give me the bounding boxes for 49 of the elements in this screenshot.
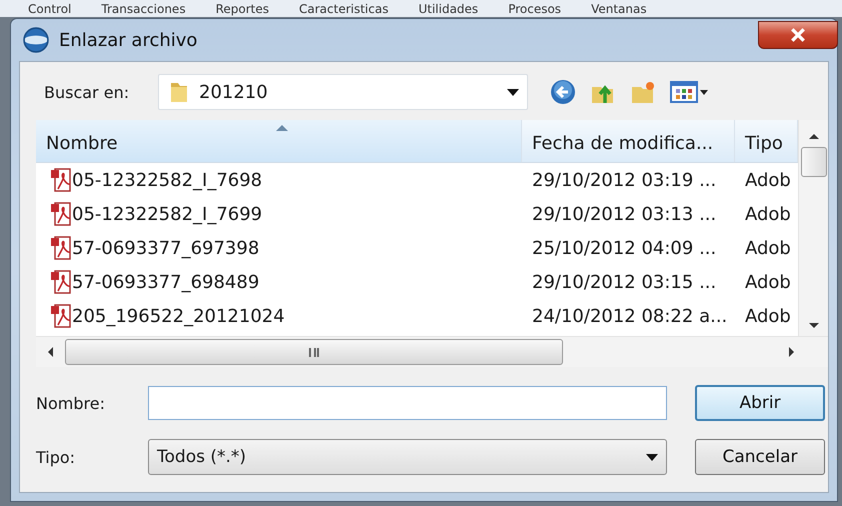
folder-icon: [169, 80, 189, 104]
table-cell-text: Adob: [744, 170, 792, 190]
caret-icon: [507, 88, 519, 96]
file-name[interactable]: 05-12322582_I_7698: [72, 170, 262, 190]
table-cell-text: 29/10/2012 03:13 ...: [531, 204, 718, 224]
file-type-label: Tipo:: [36, 448, 76, 466]
table-cell-text: 29/10/2012 03:15 ...: [531, 272, 718, 292]
pdf-file-icon: [50, 303, 72, 329]
new-folder-icon[interactable]: [630, 79, 656, 105]
open-button[interactable]: Abrir: [695, 385, 825, 421]
table-cell-text: 25/10/2012 04:09 ...: [531, 238, 718, 258]
vertical-scrollbar[interactable]: [798, 120, 828, 336]
horizontal-scrollbar[interactable]: [36, 336, 828, 367]
cancel-button[interactable]: Cancelar: [695, 439, 825, 475]
view-menu-icon[interactable]: [670, 79, 710, 105]
pdf-file-icon: [50, 201, 72, 227]
pdf-file-icon: [50, 235, 72, 261]
file-type-dropdown[interactable]: Todos (*.*): [148, 439, 667, 475]
column-header[interactable]: Fecha de modifica...: [522, 120, 735, 162]
menu-item[interactable]: Control: [28, 2, 72, 16]
look-in-dropdown[interactable]: 201210: [158, 74, 528, 110]
caret-icon: [646, 454, 658, 460]
look-in-label: Buscar en:: [44, 82, 130, 102]
file-name[interactable]: 57-0693377_697398: [72, 238, 260, 258]
table-cell-text: 24/10/2012 08:22 a...: [531, 306, 728, 326]
menu-item[interactable]: Reportes: [216, 2, 269, 16]
menu-item[interactable]: Transacciones: [101, 2, 186, 16]
column-header[interactable]: Nombre: [36, 120, 522, 162]
globe-icon: [23, 27, 49, 53]
menu-item[interactable]: Caracteristicas: [299, 2, 388, 16]
menu-item[interactable]: Procesos: [508, 2, 562, 16]
table-cell-text: Adob: [744, 306, 792, 326]
window-title: Enlazar archivo: [59, 30, 198, 50]
table-cell-text: Adob: [744, 238, 792, 258]
pdf-file-icon: [50, 167, 72, 193]
sort-arrow-icon: [276, 125, 288, 131]
file-name[interactable]: 57-0693377_698489: [72, 272, 260, 292]
table-cell-text: Adob: [744, 272, 792, 292]
close-button[interactable]: [758, 21, 838, 49]
pdf-file-icon: [50, 269, 72, 295]
file-name[interactable]: 205_196522_20121024: [72, 306, 285, 326]
close-icon: [790, 28, 806, 42]
file-name-label: Nombre:: [36, 394, 106, 412]
file-name-field[interactable]: [148, 386, 667, 420]
menu-item[interactable]: Ventanas: [591, 2, 647, 16]
menu-item[interactable]: Utilidades: [418, 2, 478, 16]
table-cell-text: 29/10/2012 03:19 ...: [531, 170, 718, 190]
file-name[interactable]: 05-12322582_I_7699: [72, 204, 262, 224]
table-cell-text: Adob: [744, 204, 792, 224]
